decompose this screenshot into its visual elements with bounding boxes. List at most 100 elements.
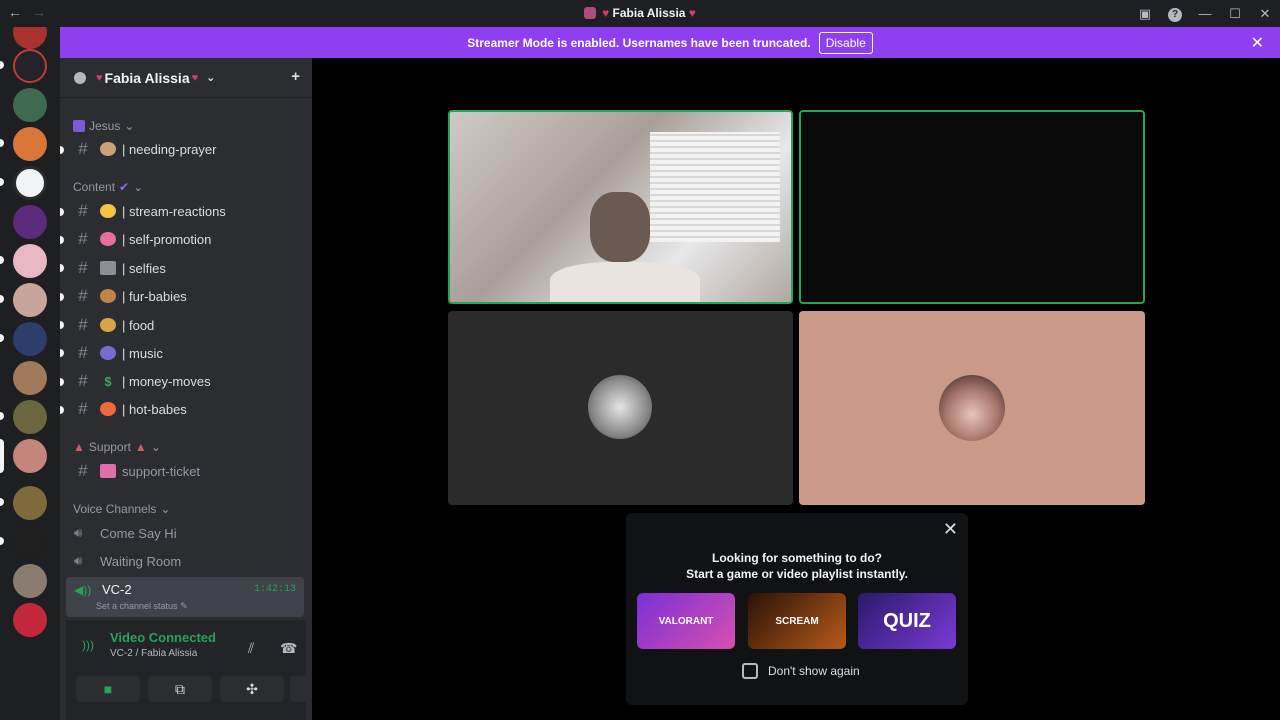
game-valorant[interactable]: VALORANT	[637, 593, 735, 649]
server-icon[interactable]	[13, 525, 47, 559]
server-icon[interactable]	[13, 486, 47, 520]
video-tile[interactable]	[799, 311, 1145, 505]
game-quiz[interactable]: QUIZ	[858, 593, 956, 649]
title-bar: ← → ♥ Fabia Alissia ♥ ▣ ? — ☐ ✕	[0, 0, 1280, 27]
server-icon[interactable]	[13, 361, 47, 395]
voice-connection-panel: ))) Video Connected VC-2 / Fabia Alissia…	[66, 620, 346, 720]
channel-music[interactable]: # | music	[72, 340, 304, 366]
window-title: ♥ Fabia Alissia ♥	[0, 6, 1280, 20]
close-window-button[interactable]: ✕	[1250, 6, 1280, 22]
hash-icon: #	[78, 139, 88, 158]
server-list	[0, 27, 60, 720]
voice-channel-vc-2[interactable]: ◀)) VC-2 1:42:13 Set a channel status ✎	[66, 577, 304, 617]
channel-selfies[interactable]: # | selfies	[72, 255, 304, 281]
heart-icon: ♥	[191, 71, 199, 84]
connection-status[interactable]: Video Connected	[110, 630, 216, 645]
voice-channel-come-say-hi[interactable]: 🔊︎ Come Say Hi	[74, 520, 306, 546]
window-blinds	[650, 132, 780, 242]
video-tile[interactable]	[799, 110, 1145, 304]
channel-sidebar: ♥ Fabia Alissia ♥ ⌄ + Jesus ⌄ # | needin…	[60, 58, 346, 720]
unread-indicator	[60, 208, 64, 216]
server-icon[interactable]	[13, 49, 47, 83]
speaker-icon: ◀))	[74, 583, 92, 597]
channel-money-moves[interactable]: # $ | money-moves	[72, 368, 304, 394]
avatar	[588, 375, 652, 439]
activities-button[interactable]: ✣	[220, 676, 284, 702]
server-icon	[584, 7, 597, 19]
screen-share-button[interactable]: ⧉	[148, 676, 212, 702]
server-icon[interactable]	[13, 166, 47, 200]
channel-stream-reactions[interactable]: # | stream-reactions	[72, 198, 304, 224]
server-icon[interactable]	[13, 283, 47, 317]
hash-icon: #	[78, 371, 88, 390]
video-tile[interactable]	[448, 110, 793, 304]
unread-indicator	[0, 139, 4, 147]
server-icon[interactable]	[13, 603, 47, 637]
chevron-down-icon: ⌄	[160, 502, 171, 516]
hash-icon: #	[78, 286, 88, 305]
pet-icon	[100, 289, 116, 303]
noise-suppression-icon[interactable]: ⫽	[248, 640, 254, 657]
unread-indicator	[60, 321, 64, 329]
channel-food[interactable]: # | food	[72, 312, 304, 338]
channel-fur-babies[interactable]: # | fur-babies	[72, 283, 304, 309]
unread-indicator	[0, 256, 4, 264]
server-name: Fabia Alissia	[104, 69, 190, 86]
inbox-icon[interactable]: ▣	[1130, 6, 1160, 22]
server-icon[interactable]	[13, 322, 47, 356]
dollar-icon: $	[104, 374, 112, 389]
hash-icon: #	[78, 315, 88, 334]
channel-self-promotion[interactable]: # | self-promotion	[72, 226, 304, 252]
category-voice-channels[interactable]: Voice Channels ⌄	[73, 502, 170, 516]
heart-icon: ♥	[688, 6, 696, 20]
server-icon[interactable]	[13, 564, 47, 598]
invite-people-icon[interactable]: +	[291, 68, 300, 85]
server-icon[interactable]	[13, 400, 47, 434]
server-icon[interactable]	[13, 244, 47, 278]
fire-icon	[100, 402, 116, 416]
voice-channel-waiting-room[interactable]: 🔊︎ Waiting Room	[74, 548, 306, 574]
category-support[interactable]: ▲ Support ▲ ⌄	[73, 440, 161, 454]
cross-icon	[73, 120, 85, 132]
participant-video	[550, 262, 700, 302]
channel-status[interactable]: Set a channel status ✎	[96, 601, 188, 612]
pencil-icon: ✎	[180, 601, 188, 611]
category-content[interactable]: Content ✔ ⌄	[73, 180, 143, 194]
hash-icon: #	[78, 343, 88, 362]
channel-needing-prayer[interactable]: # | needing-prayer	[72, 136, 304, 162]
disconnect-icon[interactable]: ☎	[280, 640, 297, 657]
help-button[interactable]: ?	[1160, 5, 1190, 22]
camera-button[interactable]: ■	[76, 676, 140, 702]
selected-indicator	[0, 439, 4, 473]
unread-indicator	[60, 406, 64, 414]
screen-share-icon: ⧉	[175, 680, 185, 697]
server-icon[interactable]	[13, 205, 47, 239]
maximize-button[interactable]: ☐	[1220, 6, 1250, 22]
channel-hot-babes[interactable]: # | hot-babes	[72, 396, 304, 422]
unread-indicator	[0, 498, 4, 506]
unread-indicator	[60, 293, 64, 301]
close-icon[interactable]: ✕	[1251, 33, 1264, 53]
hash-icon: #	[78, 201, 88, 220]
close-icon[interactable]: ✕	[943, 519, 958, 540]
siren-icon: ▲	[73, 440, 85, 454]
server-header[interactable]: ♥ Fabia Alissia ♥ ⌄ +	[60, 58, 312, 98]
minimize-button[interactable]: —	[1190, 6, 1220, 21]
disable-button[interactable]: Disable	[818, 31, 873, 54]
thinking-face-icon	[100, 204, 116, 218]
video-tile[interactable]	[448, 311, 793, 505]
checkbox[interactable]	[742, 663, 758, 679]
banner-text: Streamer Mode is enabled. Usernames have…	[467, 35, 811, 50]
server-icon[interactable]	[13, 127, 47, 161]
hash-icon: #	[78, 461, 88, 480]
channel-support-ticket[interactable]: # support-ticket	[72, 458, 304, 484]
siren-icon: ▲	[134, 440, 147, 454]
dont-show-again-checkbox[interactable]: Don't show again	[742, 663, 860, 679]
category-jesus[interactable]: Jesus ⌄	[73, 119, 134, 133]
game-scream[interactable]: SCREAM	[748, 593, 846, 649]
chevron-down-icon: ⌄	[133, 180, 144, 194]
server-icon[interactable]	[13, 27, 47, 49]
unread-indicator	[60, 264, 64, 272]
server-icon[interactable]	[13, 439, 47, 473]
server-icon[interactable]	[13, 88, 47, 122]
